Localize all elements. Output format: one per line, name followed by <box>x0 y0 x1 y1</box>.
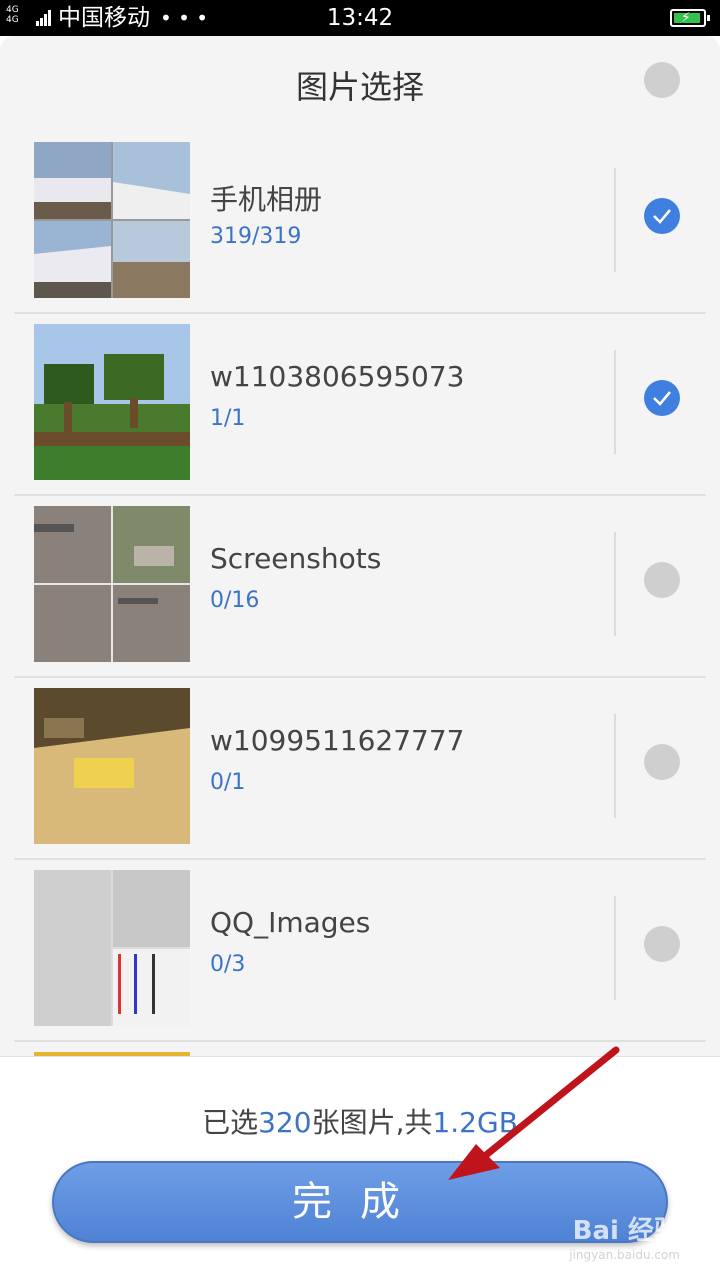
selected-count: 320 <box>258 1106 312 1139</box>
album-item[interactable]: w1099511627777 0/1 <box>14 678 706 860</box>
status-bar: 4G 4G 中国移动 • • • 13:42 ⚡ <box>0 0 720 36</box>
annotation-arrow-icon <box>448 1046 620 1180</box>
album-count: 1/1 <box>210 406 246 431</box>
album-name: w1099511627777 <box>210 724 465 757</box>
album-thumbnail <box>34 324 190 480</box>
watermark-logo: Bai 经验 <box>572 1216 680 1246</box>
divider <box>614 350 616 454</box>
album-checkbox[interactable] <box>644 926 680 962</box>
clock: 13:42 <box>326 5 394 31</box>
album-name: Screenshots <box>210 542 382 575</box>
summary-prefix: 已选 <box>202 1106 259 1139</box>
select-all-checkbox[interactable] <box>644 62 680 98</box>
divider <box>614 532 616 636</box>
battery-charging-icon: ⚡ <box>670 9 710 27</box>
album-count: 319/319 <box>210 224 302 249</box>
album-checkbox[interactable] <box>644 744 680 780</box>
album-thumbnail <box>34 142 190 298</box>
album-thumbnail <box>34 506 190 662</box>
album-count: 0/16 <box>210 588 260 613</box>
divider <box>614 896 616 1000</box>
album-name: 手机相册 <box>210 183 323 216</box>
album-count: 0/1 <box>210 770 246 795</box>
album-thumbnail <box>34 688 190 844</box>
checkmark-icon <box>653 209 671 224</box>
album-item[interactable]: 手机相册 319/319 <box>14 132 706 314</box>
summary-mid: 张图片,共 <box>311 1106 433 1139</box>
album-count: 0/3 <box>210 952 246 977</box>
album-item[interactable]: Screenshots 0/16 <box>14 496 706 678</box>
checkmark-icon <box>653 391 671 406</box>
divider <box>614 168 616 272</box>
album-checkbox[interactable] <box>644 562 680 598</box>
album-thumbnail <box>34 870 190 1026</box>
divider <box>614 714 616 818</box>
album-name: w1103806595073 <box>210 360 465 393</box>
album-name: QQ_Images <box>210 906 371 939</box>
dialog-title: 图片选择 <box>295 68 424 106</box>
watermark-url: jingyan.baidu.com <box>569 1248 680 1262</box>
album-checkbox-checked[interactable] <box>644 380 680 416</box>
album-item[interactable]: QQ_Images 0/3 <box>14 860 706 1042</box>
album-item[interactable]: w1103806595073 1/1 <box>14 314 706 496</box>
dialog-header: 图片选择 <box>0 36 720 132</box>
album-checkbox-checked[interactable] <box>644 198 680 234</box>
